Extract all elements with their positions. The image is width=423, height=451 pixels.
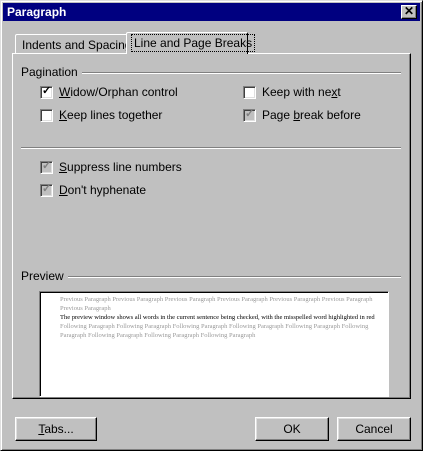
preview-pane: Previous Paragraph Previous Paragraph Pr…: [39, 291, 389, 397]
checkbox-label: Keep lines together: [59, 108, 163, 122]
checkbox-label: Widow/Orphan control: [59, 85, 178, 99]
checkbox-box[interactable]: [243, 85, 256, 99]
check-icon: ✓: [42, 84, 52, 97]
checkbox-box[interactable]: ✓: [40, 159, 53, 174]
checkbox-label: Don't hyphenate: [59, 183, 147, 197]
suppress-line-numbers-checkbox[interactable]: ✓ Suppress line numbers: [40, 159, 182, 175]
ok-button-label: OK: [283, 422, 301, 436]
tabs-button-label: abs...: [44, 422, 74, 436]
dont-hyphenate-checkbox[interactable]: ✓ Don't hyphenate: [40, 182, 146, 198]
checkbox-label: Suppress line numbers: [59, 160, 182, 174]
tabs-button[interactable]: Tabs...: [15, 417, 97, 441]
keep-lines-together-checkbox[interactable]: Keep lines together: [40, 107, 162, 123]
check-icon: ✓: [245, 107, 255, 120]
checkbox-box[interactable]: [40, 108, 53, 122]
checkbox-box[interactable]: ✓: [40, 182, 53, 197]
cancel-button[interactable]: Cancel: [337, 417, 411, 441]
tab-indents-and-spacing[interactable]: Indents and Spacing: [15, 34, 132, 53]
section-separator: [21, 147, 401, 149]
pagination-label: Pagination: [21, 65, 82, 79]
tab-line-and-page-breaks[interactable]: Line and Page Breaks: [126, 32, 256, 54]
checkbox-box[interactable]: ✓: [243, 107, 256, 122]
dialog-title: Paragraph: [7, 5, 67, 19]
checkbox-box[interactable]: ✓: [40, 84, 53, 99]
checkbox-label: Keep with next: [262, 85, 341, 99]
paragraph-dialog: Paragraph ✕ Indents and Spacing Line and…: [0, 0, 423, 451]
preview-separator: [21, 276, 401, 278]
preview-previous-paragraph: Previous Paragraph Previous Paragraph Pr…: [60, 296, 373, 312]
keep-with-next-checkbox[interactable]: Keep with next: [243, 84, 341, 100]
page-break-before-checkbox[interactable]: ✓ Page break before: [243, 107, 361, 123]
ok-button[interactable]: OK: [255, 417, 329, 441]
close-button[interactable]: ✕: [401, 4, 417, 19]
title-bar[interactable]: Paragraph ✕: [3, 3, 420, 21]
widow-orphan-checkbox[interactable]: ✓ Widow/Orphan control: [40, 84, 178, 100]
check-icon: ✓: [42, 182, 52, 195]
preview-following-paragraph: Following Paragraph Following Paragraph …: [60, 323, 369, 339]
checkbox-label: Page break before: [262, 108, 361, 122]
cancel-button-label: Cancel: [355, 422, 393, 436]
tab-label: Line and Page Breaks: [130, 34, 256, 52]
tab-label: Indents and Spacing: [22, 38, 132, 52]
close-icon: ✕: [403, 4, 415, 18]
preview-label: Preview: [21, 269, 68, 283]
check-icon: ✓: [42, 159, 52, 172]
preview-current-paragraph: The preview window shows all words in th…: [60, 314, 375, 321]
